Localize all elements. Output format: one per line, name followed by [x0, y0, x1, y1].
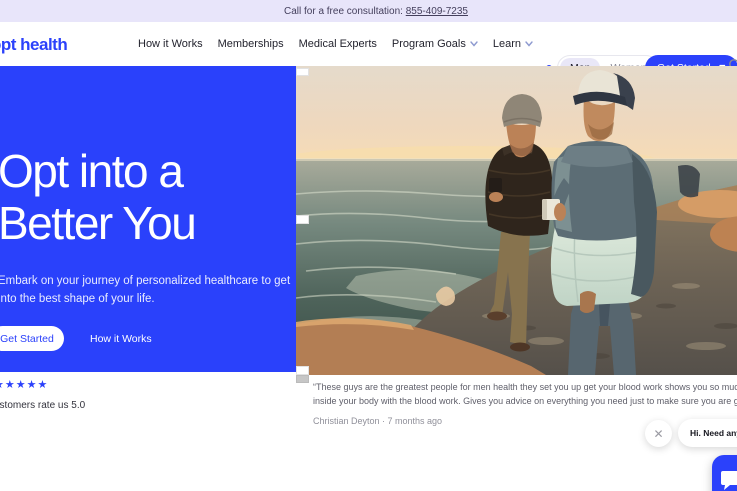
chevron-down-icon	[525, 41, 533, 47]
testimonial-line2: inside your body with the blood work. Gi…	[313, 395, 737, 406]
hero-section: Opt into a Better You Embark on your jou…	[0, 66, 296, 372]
nav-item-label: Memberships	[217, 38, 284, 50]
browser-viewport: Call for a free consultation: 855-409-72…	[0, 0, 737, 491]
chat-close-button[interactable]: ✕	[645, 420, 672, 447]
star-rating: ★★★★★	[0, 379, 49, 391]
consultation-label: Call for a free consultation:	[283, 5, 403, 17]
photo-edge-handle[interactable]	[296, 68, 309, 76]
nav-item-learn[interactable]: Learn	[493, 38, 533, 50]
nav-item-label: Learn	[492, 38, 522, 50]
chat-bubble-icon	[721, 471, 737, 490]
nav-item-label: How it Works	[138, 38, 203, 50]
rating-text: customers rate us 5.0	[0, 400, 86, 411]
chat-greeting-bubble[interactable]: Hi. Need any help?	[678, 419, 737, 447]
nav-item-program-goals[interactable]: Program Goals	[392, 38, 478, 50]
photo-edge-handle[interactable]	[296, 375, 309, 383]
nav-item-memberships[interactable]: Memberships	[218, 38, 284, 50]
main-nav: opt health How it Works Memberships Medi…	[0, 22, 737, 81]
chat-launcher-button[interactable]	[712, 455, 737, 491]
hero-photo	[296, 66, 737, 375]
testimonial: “These guys are the greatest people for …	[313, 381, 737, 426]
hero-subtitle-line1: Embark on your journey of personalized h…	[0, 275, 291, 287]
close-icon: ✕	[653, 426, 664, 441]
hero-how-it-works-link[interactable]: How it Works	[90, 333, 152, 345]
hero-subtitle-line2: into the best shape of your life.	[0, 293, 155, 306]
page: Call for a free consultation: 855-409-72…	[0, 0, 737, 491]
nav-item-how-it-works[interactable]: How it Works	[138, 38, 203, 50]
nav-links: How it Works Memberships Medical Experts…	[138, 22, 533, 66]
hero-cta-row: Get Started How it Works	[0, 326, 152, 351]
chevron-down-icon	[470, 41, 478, 47]
testimonial-author: Christian Deyton · 7 months ago	[313, 415, 443, 426]
hero-heading-line1: Opt into a	[0, 145, 184, 197]
phone-link[interactable]: 855-409-7235	[406, 6, 468, 17]
hero-heading-line2: Better You	[0, 196, 197, 249]
hero-subtitle: Embark on your journey of personalized h…	[0, 272, 290, 309]
nav-item-medical-experts[interactable]: Medical Experts	[299, 38, 377, 50]
announcement-bar: Call for a free consultation: 855-409-72…	[0, 0, 737, 22]
hero-heading: Opt into a Better You	[0, 145, 197, 250]
photo-edge-handle[interactable]	[296, 366, 309, 375]
photo-edge-handle[interactable]	[296, 215, 309, 224]
hero-get-started-button[interactable]: Get Started	[0, 326, 64, 351]
nav-item-label: Program Goals	[391, 38, 466, 50]
testimonial-line1: “These guys are the greatest people for …	[313, 382, 737, 392]
nav-item-label: Medical Experts	[298, 38, 377, 50]
logo[interactable]: opt health	[0, 35, 68, 55]
